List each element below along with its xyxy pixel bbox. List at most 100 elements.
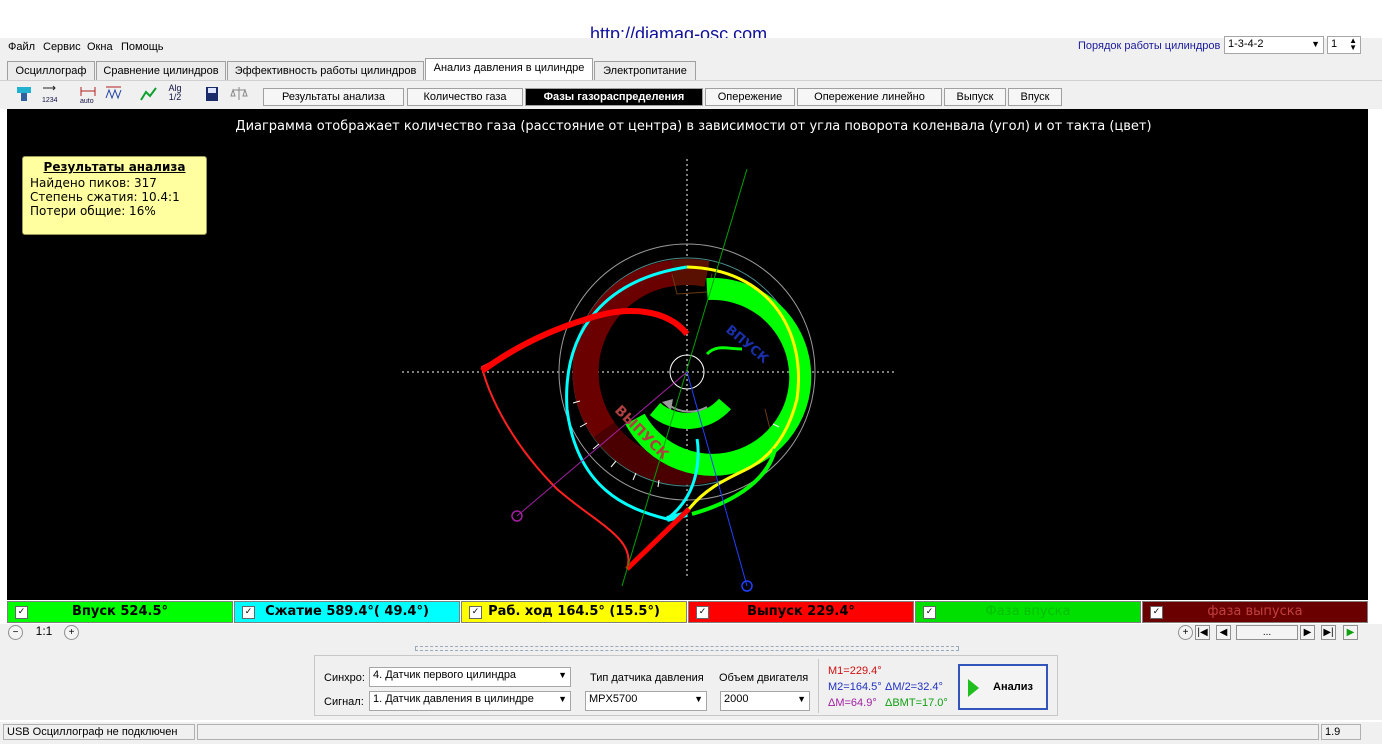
legend-exhaust[interactable]: ✓ Выпуск 229.4°	[688, 601, 914, 623]
sync-label: Синхро:	[324, 672, 365, 684]
status-middle	[197, 724, 1319, 740]
page-indicator: ...	[1236, 625, 1298, 640]
version-number: 1.9	[1321, 724, 1361, 740]
subtab-advance-linear[interactable]: Опережение линейно	[797, 88, 942, 106]
legend-intake-phase[interactable]: ✓ Фаза впуска	[915, 601, 1141, 623]
first-page-icon[interactable]: |◀	[1195, 625, 1210, 640]
cylinder-order-select[interactable]: 1-3-4-2 ▼	[1224, 36, 1324, 54]
menu-help[interactable]: Помощь	[121, 41, 164, 53]
subtab-exhaust[interactable]: Выпуск	[944, 88, 1006, 106]
menu-service[interactable]: Сервис	[43, 41, 81, 53]
add-icon[interactable]: +	[1178, 625, 1193, 640]
signal-label: Сигнал:	[324, 696, 364, 708]
tab-cylinder-efficiency[interactable]: Эффективность работы цилиндров	[227, 61, 424, 80]
cylinder-order-label: Порядок работы цилиндров	[1078, 40, 1221, 52]
legend-compression-label: Сжатие 589.4°( 49.4°)	[265, 604, 429, 619]
splitter-handle[interactable]	[415, 646, 959, 651]
sync-value: 4. Датчик первого цилиндра	[373, 669, 517, 681]
legend-exhaust-label: Выпуск 229.4°	[747, 604, 855, 619]
analyze-button[interactable]: Анализ	[958, 664, 1048, 710]
cylinder-number-value: 1	[1331, 38, 1338, 50]
results-peaks: Найдено пиков: 317	[30, 176, 157, 190]
cylinder-order-value: 1-3-4-2	[1228, 38, 1264, 50]
analyze-button-label: Анализ	[993, 681, 1033, 693]
checkbox-checked-icon[interactable]: ✓	[15, 606, 28, 619]
intake-start-curve	[705, 346, 743, 356]
legend-intake[interactable]: ✓ Впуск 524.5°	[7, 601, 233, 623]
marker-line-green	[621, 168, 748, 587]
sensor-type-label: Тип датчика давления	[590, 672, 704, 684]
sensor-icon[interactable]	[14, 84, 34, 104]
polar-diagram: ВПУСК ВЫПУСК	[402, 159, 894, 592]
tab-cylinder-compare[interactable]: Сравнение цилиндров	[96, 61, 226, 80]
marker-m1-value: M1=229.4°	[828, 665, 882, 677]
legend-exhaust-phase[interactable]: ✓ фаза выпуска	[1142, 601, 1368, 623]
results-losses: Потери общие: 16%	[30, 204, 156, 218]
divider	[818, 659, 819, 713]
sensor-type-value: MPX5700	[589, 693, 638, 705]
legend-exhaust-phase-label: фаза выпуска	[1207, 604, 1303, 619]
navigation-bar	[0, 624, 1382, 642]
checkbox-checked-icon[interactable]: ✓	[242, 606, 255, 619]
cylinder-number-spinner[interactable]: 1 ▲ ▼	[1327, 36, 1361, 54]
numbering-icon[interactable]: 1234	[40, 84, 60, 104]
checkbox-checked-icon[interactable]: ✓	[469, 606, 482, 619]
zoom-level: 1:1	[35, 624, 53, 638]
sensor-type-select[interactable]: MPX5700 ▼	[585, 691, 707, 711]
subtab-advance[interactable]: Опережение	[705, 88, 795, 106]
legend-compression[interactable]: ✓ Сжатие 589.4°( 49.4°)	[234, 601, 460, 623]
last-page-icon[interactable]: ▶|	[1321, 625, 1336, 640]
polar-plot-canvas[interactable]: Диаграмма отображает количество газа (ра…	[7, 109, 1368, 600]
sync-select[interactable]: 4. Датчик первого цилиндра ▼	[369, 667, 571, 687]
chevron-down-icon: ▼	[797, 694, 806, 704]
results-compression: Степень сжатия: 10.4:1	[30, 190, 180, 204]
engine-volume-value: 2000	[724, 693, 749, 705]
menu-windows[interactable]: Окна	[87, 41, 113, 53]
zoom-out-icon[interactable]: −	[8, 625, 23, 640]
trend-icon[interactable]	[139, 84, 159, 104]
chevron-down-icon: ▼	[694, 694, 703, 704]
checkbox-checked-icon[interactable]: ✓	[696, 606, 709, 619]
algorithm-sublabel: 1/2	[168, 92, 182, 102]
subtab-valve-timing[interactable]: Фазы газораспределения	[525, 88, 703, 106]
algorithm-icon[interactable]: Alg 1/2	[165, 84, 185, 104]
waveform-icon[interactable]	[104, 84, 124, 104]
subtab-gas-amount[interactable]: Количество газа	[407, 88, 523, 106]
engine-volume-label: Объем двигателя	[719, 672, 809, 684]
tab-power-supply[interactable]: Электропитание	[594, 61, 696, 80]
legend-power-stroke-label: Раб. ход 164.5° (15.5°)	[488, 604, 660, 619]
checkbox-checked-icon[interactable]: ✓	[923, 606, 936, 619]
subtab-intake[interactable]: Впуск	[1008, 88, 1062, 106]
prev-page-icon[interactable]: ◀	[1216, 625, 1231, 640]
play-icon[interactable]: ▶	[1343, 625, 1358, 640]
marker-m2-value: M2=164.5°	[828, 681, 882, 693]
engine-volume-select[interactable]: 2000 ▼	[720, 691, 810, 711]
save-icon[interactable]	[202, 84, 222, 104]
subtab-analysis-results[interactable]: Результаты анализа	[263, 88, 404, 106]
numbering-label: 1234	[42, 97, 58, 104]
chevron-down-icon: ▼	[1311, 39, 1320, 49]
legend-power-stroke[interactable]: ✓ Раб. ход 164.5° (15.5°)	[461, 601, 687, 623]
results-title: Результаты анализа	[43, 160, 186, 174]
play-icon	[968, 679, 979, 697]
connection-status: USB Осциллограф не подключен	[3, 724, 195, 740]
tab-oscillograph[interactable]: Осциллограф	[7, 61, 95, 80]
signal-value: 1. Датчик давления в цилиндре	[373, 693, 534, 705]
marker-half-delta-value: ΔM/2=32.4°	[885, 681, 943, 693]
intake-label: ВПУСК	[722, 323, 771, 367]
checkbox-checked-icon[interactable]: ✓	[1150, 606, 1163, 619]
spin-arrows-icon[interactable]: ▲ ▼	[1349, 37, 1357, 52]
legend-intake-phase-label: Фаза впуска	[985, 604, 1071, 619]
signal-select[interactable]: 1. Датчик давления в цилиндре ▼	[369, 691, 571, 711]
tdc-band	[671, 259, 710, 287]
auto-scale-icon[interactable]: auto	[78, 84, 98, 105]
marker-delta-tdc-value: ΔВМТ=17.0°	[885, 697, 948, 709]
next-page-icon[interactable]: ▶	[1300, 625, 1315, 640]
balance-scale-icon[interactable]	[229, 84, 249, 104]
tab-pressure-analysis[interactable]: Анализ давления в цилиндре	[425, 58, 593, 80]
menu-file[interactable]: Файл	[8, 41, 35, 53]
results-panel: Результаты анализа Найдено пиков: 317 Ст…	[22, 156, 207, 235]
marker-delta-value: ΔM=64.9°	[828, 697, 877, 709]
zoom-in-icon[interactable]: +	[64, 625, 79, 640]
legend-intake-label: Впуск 524.5°	[71, 604, 169, 619]
